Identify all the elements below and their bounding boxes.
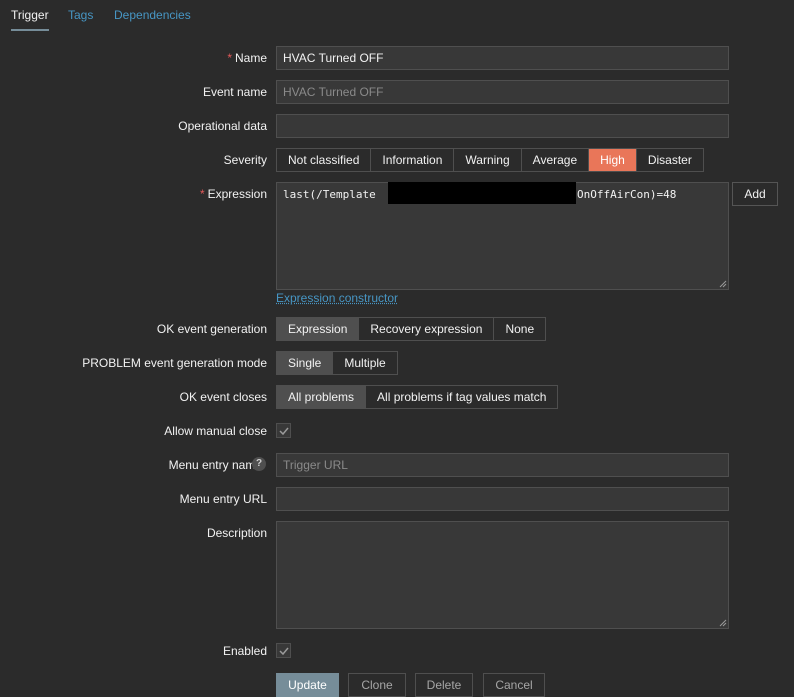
checkmark-icon (279, 427, 289, 436)
expression-text-start: last(/Template (283, 188, 376, 201)
severity-warning[interactable]: Warning (453, 149, 520, 171)
menu-entry-url-label: Menu entry URL (179, 492, 267, 506)
cancel-button[interactable]: Cancel (483, 673, 545, 697)
menu-entry-name-input[interactable]: Trigger URL (276, 453, 729, 477)
required-marker: * (199, 187, 205, 201)
ok-closes-all-problems[interactable]: All problems (277, 386, 366, 408)
severity-label: Severity (223, 153, 267, 167)
help-icon[interactable]: ? (252, 457, 266, 471)
problem-mode-selector: Single Multiple (276, 351, 398, 375)
ok-closes-tag-match[interactable]: All problems if tag values match (365, 386, 557, 408)
checkmark-icon (279, 647, 289, 656)
description-label: Description (206, 526, 267, 540)
menu-entry-url-input[interactable] (276, 487, 729, 511)
event-name-label: Event name (202, 85, 267, 99)
description-textarea[interactable] (276, 521, 729, 629)
menu-entry-name-label: Menu entry name (168, 458, 262, 472)
severity-high[interactable]: High (588, 149, 636, 171)
problem-mode-multiple[interactable]: Multiple (332, 352, 396, 374)
operational-data-label: Operational data (178, 119, 267, 133)
tab-tags[interactable]: Tags (68, 0, 93, 31)
ok-event-generation-label: OK event generation (156, 322, 267, 336)
resize-handle-icon[interactable] (719, 619, 727, 627)
allow-manual-close-label: Allow manual close (164, 424, 267, 438)
enabled-label: Enabled (222, 644, 267, 658)
tab-trigger[interactable]: Trigger (11, 0, 49, 31)
event-name-input[interactable]: HVAC Turned OFF (276, 80, 729, 104)
enabled-checkbox[interactable] (276, 643, 291, 658)
name-label-text: Name (234, 51, 267, 65)
update-button[interactable]: Update (276, 673, 339, 697)
redaction-bar (388, 182, 576, 204)
delete-button[interactable]: Delete (415, 673, 473, 697)
expression-constructor-link[interactable]: Expression constructor (276, 291, 398, 305)
ok-generation-expression[interactable]: Expression (277, 318, 359, 340)
tab-bar: Trigger Tags Dependencies (0, 0, 794, 31)
ok-event-generation-selector: Expression Recovery expression None (276, 317, 547, 341)
severity-not-classified[interactable]: Not classified (277, 149, 370, 171)
ok-event-closes-selector: All problems All problems if tag values … (276, 385, 559, 409)
expression-label-text: Expression (207, 187, 267, 201)
severity-selector: Not classified Information Warning Avera… (276, 148, 704, 172)
severity-disaster[interactable]: Disaster (635, 149, 703, 171)
severity-average[interactable]: Average (520, 149, 588, 171)
name-label: * Name (227, 51, 267, 65)
resize-handle-icon[interactable] (719, 280, 727, 288)
problem-mode-single[interactable]: Single (277, 352, 333, 374)
ok-generation-none[interactable]: None (493, 318, 545, 340)
ok-generation-recovery-expression[interactable]: Recovery expression (358, 318, 493, 340)
operational-data-input[interactable] (276, 114, 729, 138)
expression-label: * Expression (200, 187, 267, 201)
required-marker: * (227, 51, 232, 65)
allow-manual-close-checkbox[interactable] (276, 423, 291, 438)
severity-information[interactable]: Information (370, 149, 453, 171)
problem-mode-label: PROBLEM event generation mode (82, 356, 267, 370)
tab-dependencies[interactable]: Dependencies (114, 0, 191, 31)
add-button[interactable]: Add (732, 182, 778, 206)
name-input[interactable]: HVAC Turned OFF (276, 46, 729, 70)
expression-text-end: OnOffAirCon)=48 (577, 188, 677, 201)
clone-button[interactable]: Clone (348, 673, 406, 697)
ok-event-closes-label: OK event closes (179, 390, 267, 404)
